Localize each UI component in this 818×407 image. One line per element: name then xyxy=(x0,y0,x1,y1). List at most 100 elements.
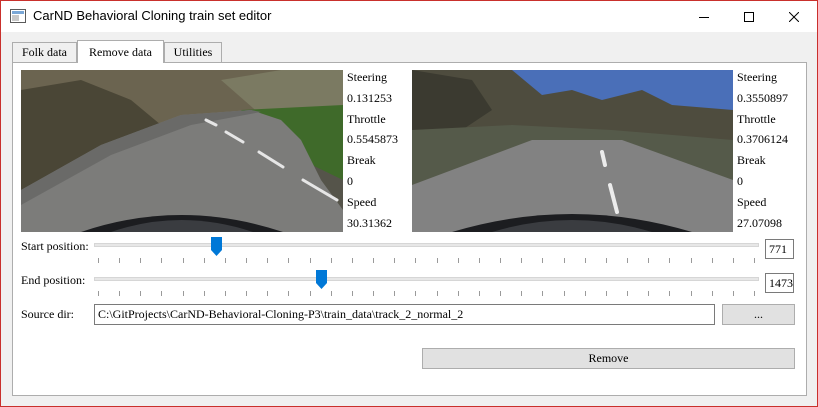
slider-tick xyxy=(712,291,713,296)
end-slider-ticks xyxy=(98,291,755,297)
slider-tick xyxy=(606,258,607,263)
minimize-button[interactable] xyxy=(681,1,726,32)
app-icon xyxy=(10,9,26,23)
close-button[interactable] xyxy=(771,1,816,32)
slider-tick xyxy=(288,291,289,296)
break-label: Break xyxy=(347,153,376,168)
start-slider-thumb[interactable] xyxy=(211,237,222,256)
slider-tick xyxy=(669,291,670,296)
break-label: Break xyxy=(737,153,766,168)
slider-tick xyxy=(564,291,565,296)
slider-tick xyxy=(627,291,628,296)
slider-tick xyxy=(712,258,713,263)
slider-tick xyxy=(437,291,438,296)
slider-tick xyxy=(479,258,480,263)
throttle-label: Throttle xyxy=(347,111,386,126)
slider-tick xyxy=(458,258,459,263)
throttle-value: 0.3706124 xyxy=(737,132,788,147)
slider-tick xyxy=(648,258,649,263)
slider-tick xyxy=(479,291,480,296)
maximize-icon xyxy=(743,11,754,22)
camera-image-right xyxy=(412,70,733,232)
end-slider-thumb[interactable] xyxy=(316,270,327,289)
slider-tick xyxy=(140,258,141,263)
close-icon xyxy=(788,11,799,22)
browse-button[interactable]: ... xyxy=(722,304,795,325)
window-title: CarND Behavioral Cloning train set edito… xyxy=(33,8,272,23)
start-slider-ticks xyxy=(98,258,755,264)
slider-tick xyxy=(500,291,501,296)
source-dir-input[interactable]: C:\GitProjects\CarND-Behavioral-Cloning-… xyxy=(94,304,715,325)
steering-label: Steering xyxy=(347,70,387,84)
end-slider-track[interactable] xyxy=(94,277,759,281)
start-position-spinbox[interactable]: 771 xyxy=(765,239,794,259)
telemetry-left: Steering 0.131253 Throttle 0.5545873 Bre… xyxy=(347,67,398,233)
slider-tick xyxy=(733,291,734,296)
steering-value: 0.3550897 xyxy=(737,90,788,105)
slider-tick xyxy=(458,291,459,296)
slider-tick xyxy=(627,258,628,263)
slider-tick xyxy=(564,258,565,263)
slider-tick xyxy=(500,258,501,263)
speed-label: Speed xyxy=(347,194,377,209)
slider-tick xyxy=(669,258,670,263)
app-window: CarND Behavioral Cloning train set edito… xyxy=(0,0,818,407)
break-value: 0 xyxy=(347,173,353,188)
end-position-spinbox[interactable]: 1473 xyxy=(765,273,794,293)
tab-utilities[interactable]: Utilities xyxy=(164,42,222,62)
slider-tick xyxy=(733,258,734,263)
telemetry-right: Steering 0.3550897 Throttle 0.3706124 Br… xyxy=(737,67,788,233)
slider-tick xyxy=(352,291,353,296)
maximize-button[interactable] xyxy=(726,1,771,32)
slider-tick xyxy=(352,258,353,263)
slider-tick xyxy=(373,258,374,263)
slider-tick xyxy=(754,291,755,296)
slider-tick xyxy=(606,291,607,296)
source-dir-label: Source dir: xyxy=(21,307,74,321)
slider-tick xyxy=(140,291,141,296)
end-position-label: End position: xyxy=(21,273,86,287)
slider-tick xyxy=(648,291,649,296)
slider-tick xyxy=(225,291,226,296)
slider-tick xyxy=(183,258,184,263)
slider-tick xyxy=(754,258,755,263)
slider-tick xyxy=(437,258,438,263)
slider-tick xyxy=(183,291,184,296)
slider-tick xyxy=(394,258,395,263)
start-slider-track[interactable] xyxy=(94,243,759,247)
camera-image-left xyxy=(21,70,343,232)
slider-tick xyxy=(373,291,374,296)
slider-tick xyxy=(246,258,247,263)
slider-tick xyxy=(542,291,543,296)
slider-tick xyxy=(246,291,247,296)
minimize-icon xyxy=(698,16,709,18)
remove-button[interactable]: Remove xyxy=(422,348,795,369)
tab-remove-data[interactable]: Remove data xyxy=(77,40,164,63)
speed-value: 27.07098 xyxy=(737,215,782,230)
slider-tick xyxy=(267,258,268,263)
speed-label: Speed xyxy=(737,194,767,209)
slider-tick xyxy=(161,291,162,296)
slider-tick xyxy=(521,258,522,263)
slider-tick xyxy=(331,291,332,296)
slider-tick xyxy=(415,258,416,263)
slider-tick xyxy=(310,291,311,296)
slider-tick xyxy=(267,291,268,296)
slider-tick xyxy=(585,258,586,263)
start-position-label: Start position: xyxy=(21,239,89,253)
slider-tick xyxy=(691,258,692,263)
tab-folk-data[interactable]: Folk data xyxy=(12,42,77,62)
slider-tick xyxy=(161,258,162,263)
slider-tick xyxy=(98,291,99,296)
slider-tick xyxy=(225,258,226,263)
slider-tick xyxy=(585,291,586,296)
slider-tick xyxy=(691,291,692,296)
slider-tick xyxy=(310,258,311,263)
slider-tick xyxy=(542,258,543,263)
title-bar: CarND Behavioral Cloning train set edito… xyxy=(1,1,817,32)
throttle-label: Throttle xyxy=(737,111,776,126)
slider-tick xyxy=(288,258,289,263)
slider-tick xyxy=(204,258,205,263)
slider-tick xyxy=(394,291,395,296)
slider-tick xyxy=(119,291,120,296)
